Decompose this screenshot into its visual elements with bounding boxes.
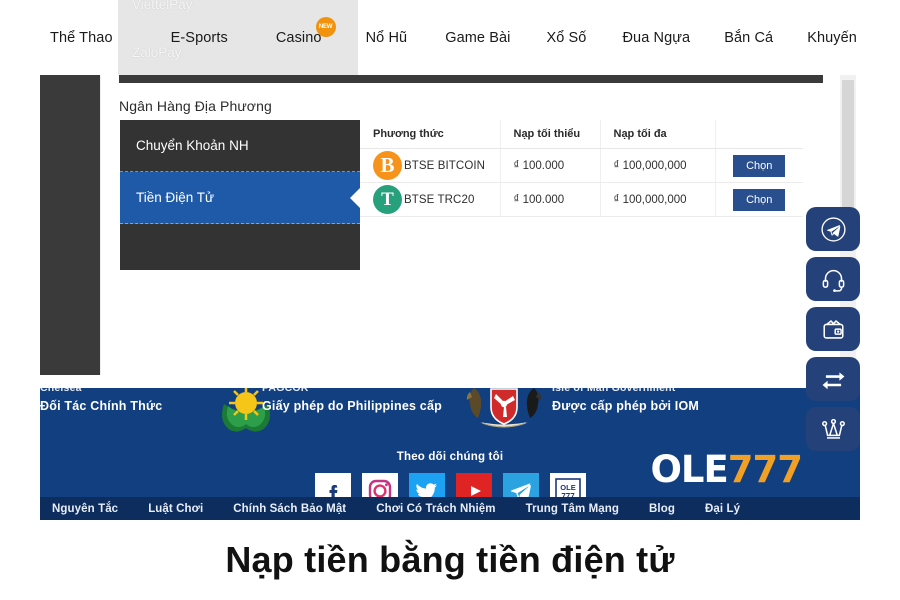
license-isle-of-man: Isle of Man Government Được cấp phép bởi… xyxy=(552,388,699,413)
wallet-icon[interactable] xyxy=(806,307,860,351)
license-title: Chelsea xyxy=(40,388,82,394)
nav-label: Game Bài xyxy=(445,29,511,46)
page-scrollbar-thumb[interactable] xyxy=(842,80,854,210)
method-item-empty xyxy=(120,224,360,276)
th-nap-toi-thieu: Nạp tối thiểu xyxy=(500,120,601,149)
cell-max: ₫ 100,000,000 xyxy=(600,182,716,217)
new-badge: NEW xyxy=(315,16,336,37)
headset-support-icon[interactable] xyxy=(806,257,860,301)
license-title: PAGCOR xyxy=(262,388,309,394)
logo-white-part: OLE xyxy=(650,448,728,491)
license-title: Isle of Man Government xyxy=(552,388,676,394)
method-label: Chuyển Khoản NH xyxy=(136,138,249,153)
nav-label: Thể Thao xyxy=(50,29,113,46)
logo-orange-part: 777 xyxy=(727,448,803,491)
footer-link-nguyen-tac[interactable]: Nguyên Tắc xyxy=(52,503,118,515)
right-page-gutter xyxy=(860,0,900,520)
nav-label: Xổ Số xyxy=(546,29,587,46)
nav-item-xo-so[interactable]: Xổ Số xyxy=(546,30,586,46)
nav-item-game-bai[interactable]: Game Bài xyxy=(445,30,510,46)
table-head: Phương thức Nạp tối thiểu Nạp tối đa xyxy=(360,120,803,149)
table-row: B BTSE BITCOIN ₫ 100.000 ₫ 100,000,000 C… xyxy=(360,148,803,183)
method-item-tien-dien-tu[interactable]: Tiền Điện Tử xyxy=(120,172,361,224)
method-label: Tiền Điện Tử xyxy=(136,190,215,205)
nav-label: Nổ Hũ xyxy=(365,29,408,46)
nav-item-ban-ca[interactable]: Bắn Cá xyxy=(724,30,773,46)
cell-method-name: T BTSE TRC20 xyxy=(360,182,501,217)
site-top-navigation: Thể Thao E-Sports Casino NEW Nổ Hũ Game … xyxy=(40,0,885,75)
cell-min: ₫ 100.000 xyxy=(500,182,601,217)
footer-link-luat-choi[interactable]: Luật Chơi xyxy=(148,503,203,515)
nav-label: Bắn Cá xyxy=(724,29,774,46)
select-button[interactable]: Chọn xyxy=(733,154,786,177)
nav-label: Casino xyxy=(275,29,322,46)
deposit-methods-table: Phương thức Nạp tối thiểu Nạp tối đa B B… xyxy=(360,120,803,217)
panel-top-dark-bar xyxy=(119,75,823,83)
th-nap-toi-da: Nạp tối đa xyxy=(600,120,716,149)
license-subtitle: Giấy phép do Philippines cấp xyxy=(262,399,442,413)
license-subtitle: Đối Tác Chính Thức xyxy=(40,399,163,413)
footer-link-trung-tam-mang[interactable]: Trung Tâm Mạng xyxy=(526,503,619,515)
th-action xyxy=(715,120,803,149)
left-page-gutter xyxy=(0,0,40,520)
license-pagcor: PAGCOR Giấy phép do Philippines cấp xyxy=(262,388,442,413)
ole777-logo: OLE777 xyxy=(650,448,803,491)
footer-link-dai-ly[interactable]: Đại Lý xyxy=(705,503,740,515)
license-subtitle: Được cấp phép bởi IOM xyxy=(552,399,700,413)
method-item-chuyen-khoan-nh[interactable]: Chuyển Khoản NH xyxy=(120,120,360,172)
nav-active-highlight xyxy=(118,0,358,75)
floating-action-rail xyxy=(806,207,860,457)
nav-item-e-sports[interactable]: E-Sports xyxy=(171,30,228,46)
cell-action: Chọn xyxy=(715,148,803,183)
payment-method-list: Chuyển Khoản NH Tiền Điện Tử xyxy=(120,120,361,270)
coin-label: BTSE BITCOIN xyxy=(404,159,486,172)
site-left-dark-rail xyxy=(40,75,100,375)
bitcoin-icon: B xyxy=(373,151,402,180)
select-button[interactable]: Chọn xyxy=(733,188,786,211)
nav-label: E-Sports xyxy=(170,29,228,46)
svg-text:OLE: OLE xyxy=(560,483,575,492)
crown-vip-icon[interactable] xyxy=(806,407,860,451)
nav-item-dua-ngua[interactable]: Đua Ngựa xyxy=(622,30,690,46)
nav-item-casino[interactable]: Casino NEW xyxy=(275,16,336,46)
table-body: B BTSE BITCOIN ₫ 100.000 ₫ 100,000,000 C… xyxy=(360,148,803,217)
footer-link-blog[interactable]: Blog xyxy=(649,503,675,515)
deposit-panel: Ngân Hàng Địa Phương Chuyển Khoản NH Tiề… xyxy=(100,75,840,375)
footer-link-choi-co-trach-nhiem[interactable]: Chơi Có Trách Nhiệm xyxy=(376,503,495,515)
footer-link-chinh-sach-bao-mat[interactable]: Chính Sách Bảo Mật xyxy=(233,503,346,515)
transfer-icon[interactable] xyxy=(806,357,860,401)
nav-item-the-thao[interactable]: Thể Thao xyxy=(50,30,113,46)
browser-screenshot: Thể Thao E-Sports Casino NEW Nổ Hũ Game … xyxy=(0,0,900,520)
nav-label: Đua Ngựa xyxy=(622,29,691,46)
th-phuong-thuc: Phương thức xyxy=(360,120,501,149)
image-caption: Nạp tiền bằng tiền điện tử xyxy=(0,520,900,600)
telegram-rail-icon[interactable] xyxy=(806,207,860,251)
cell-action: Chọn xyxy=(715,182,803,217)
cell-max: ₫ 100,000,000 xyxy=(600,148,716,183)
license-chelsea: Chelsea Đối Tác Chính Thức xyxy=(40,388,162,413)
cell-method-name: B BTSE BITCOIN xyxy=(360,148,501,183)
isle-of-man-crest-icon xyxy=(466,388,542,428)
table-header-row: Phương thức Nạp tối thiểu Nạp tối đa xyxy=(360,120,803,149)
section-title: Ngân Hàng Địa Phương xyxy=(119,98,272,114)
coin-label: BTSE TRC20 xyxy=(404,193,475,206)
footer-bottom-links: Nguyên Tắc Luật Chơi Chính Sách Bảo Mật … xyxy=(40,497,860,520)
nav-item-no-hu[interactable]: Nổ Hũ xyxy=(366,30,408,46)
table-row: T BTSE TRC20 ₫ 100.000 ₫ 100,000,000 Chọ… xyxy=(360,182,803,217)
cell-min: ₫ 100.000 xyxy=(500,148,601,183)
tether-icon: T xyxy=(373,185,402,214)
